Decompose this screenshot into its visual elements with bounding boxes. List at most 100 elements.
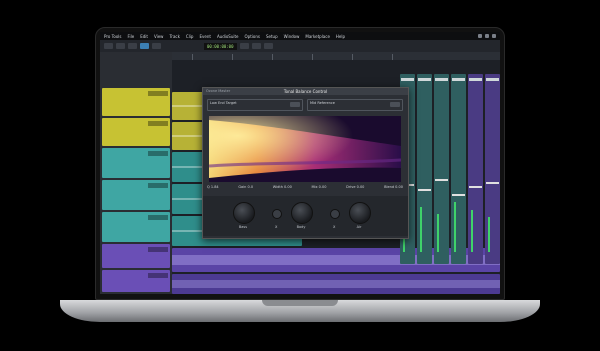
track-header[interactable] — [102, 118, 170, 146]
fader[interactable] — [469, 186, 482, 188]
mixer-strips — [400, 74, 500, 264]
param-value[interactable]: Mix 0.00 — [312, 185, 327, 189]
menu-window[interactable]: Window — [284, 34, 300, 39]
mixer-strip[interactable] — [417, 74, 432, 264]
analyze-button[interactable] — [390, 102, 400, 107]
track-controls[interactable] — [148, 91, 168, 96]
menu-file[interactable]: File — [127, 34, 134, 39]
menu-setup[interactable]: Setup — [266, 34, 278, 39]
track-controls[interactable] — [148, 183, 168, 188]
play-button-icon[interactable] — [239, 43, 249, 49]
track-controls[interactable] — [148, 215, 168, 220]
main-counter[interactable]: 00:00:00:00 — [204, 42, 237, 50]
track-controls[interactable] — [148, 121, 168, 126]
zoom-tool-icon[interactable] — [104, 43, 113, 49]
ruler-mark — [192, 54, 193, 60]
track-header[interactable] — [102, 212, 170, 242]
insert-slot[interactable] — [401, 78, 414, 81]
pencil-tool-icon[interactable] — [152, 43, 161, 49]
menu-marketplace[interactable]: Marketplace — [305, 34, 330, 39]
menu-event[interactable]: Event — [199, 34, 210, 39]
ruler-mark — [352, 54, 353, 60]
insert-slot[interactable] — [486, 78, 499, 81]
spectrogram[interactable] — [209, 116, 401, 182]
level-meter — [454, 202, 456, 252]
link-toggle[interactable] — [330, 209, 340, 219]
track-name — [102, 180, 170, 182]
plugin-titlebar[interactable]: Ozone Master Tonal Balance Control — [203, 88, 408, 95]
track-controls[interactable] — [148, 247, 168, 252]
insert-slot[interactable] — [469, 78, 482, 81]
track-header[interactable] — [102, 270, 170, 292]
track-header[interactable] — [102, 148, 170, 178]
waveform — [172, 280, 500, 288]
fader[interactable] — [418, 189, 431, 191]
plugin-preset[interactable]: Ozone Master — [206, 89, 230, 93]
mixer-strip[interactable] — [468, 74, 483, 264]
menu-help[interactable]: Help — [336, 34, 345, 39]
air-knob[interactable] — [349, 202, 371, 224]
knob-panel: Bass X Body X Air — [203, 196, 408, 236]
track-header[interactable] — [102, 244, 170, 268]
menu-bar: Pro Tools File Edit View Track Clip Even… — [100, 32, 500, 40]
link-toggle[interactable] — [272, 209, 282, 219]
target-row: Low End Target Mid Reference — [207, 99, 403, 111]
knob-label: Body — [296, 225, 306, 229]
stop-button-icon[interactable] — [251, 43, 261, 49]
track-controls[interactable] — [148, 151, 168, 156]
audio-clip[interactable] — [172, 274, 500, 294]
insert-slot[interactable] — [452, 78, 465, 81]
level-meter — [471, 210, 473, 252]
record-button-icon[interactable] — [263, 43, 273, 49]
control-label: X — [275, 225, 278, 229]
mixer-strip[interactable] — [434, 74, 449, 264]
mixer-strip[interactable] — [451, 74, 466, 264]
menu-app[interactable]: Pro Tools — [104, 34, 121, 39]
menu-track[interactable]: Track — [169, 34, 179, 39]
timeline-ruler[interactable] — [172, 52, 500, 60]
menu-view[interactable]: View — [154, 34, 164, 39]
track-header[interactable] — [102, 180, 170, 210]
search-icon[interactable] — [492, 34, 496, 38]
track-list — [100, 52, 172, 294]
analyze-button[interactable] — [290, 102, 300, 107]
param-value[interactable]: Q 1.84 — [207, 185, 219, 189]
wifi-icon[interactable] — [478, 34, 482, 38]
param-value[interactable]: Width 0.00 — [273, 185, 292, 189]
track-name — [102, 118, 170, 120]
plugin-title: Tonal Balance Control — [283, 89, 328, 94]
control-label: X — [333, 225, 336, 229]
fader[interactable] — [435, 179, 448, 181]
track-header[interactable] — [102, 88, 170, 116]
grabber-tool-icon[interactable] — [140, 43, 149, 49]
level-meter — [488, 217, 490, 252]
reference-selector[interactable]: Mid Reference — [307, 99, 403, 111]
menu-clip[interactable]: Clip — [186, 34, 194, 39]
track-controls[interactable] — [148, 273, 168, 278]
mixer-strip[interactable] — [485, 74, 500, 264]
track-name — [102, 212, 170, 214]
fader[interactable] — [452, 194, 465, 196]
bass-knob[interactable] — [233, 202, 255, 224]
spectrogram-graphic — [209, 116, 401, 182]
target-selector[interactable]: Low End Target — [207, 99, 303, 111]
param-value[interactable]: Gain 0.0 — [238, 185, 253, 189]
menu-edit[interactable]: Edit — [140, 34, 148, 39]
trim-tool-icon[interactable] — [116, 43, 125, 49]
body-knob[interactable] — [291, 202, 313, 224]
fader[interactable] — [486, 182, 499, 184]
target-label: Low End Target — [210, 101, 237, 105]
insert-slot[interactable] — [435, 78, 448, 81]
battery-icon[interactable] — [485, 34, 489, 38]
selector-tool-icon[interactable] — [128, 43, 137, 49]
param-value[interactable]: Drive 0.00 — [346, 185, 364, 189]
menu-options[interactable]: Options — [245, 34, 260, 39]
param-value[interactable]: Blend 0.00 — [384, 185, 403, 189]
knob-label: Air — [356, 225, 362, 229]
ruler-mark — [272, 54, 273, 60]
knob-label: Bass — [238, 225, 248, 229]
laptop-notch — [262, 300, 338, 306]
insert-slot[interactable] — [418, 78, 431, 81]
level-meter — [420, 207, 422, 252]
menu-audiosuite[interactable]: AudioSuite — [217, 34, 239, 39]
